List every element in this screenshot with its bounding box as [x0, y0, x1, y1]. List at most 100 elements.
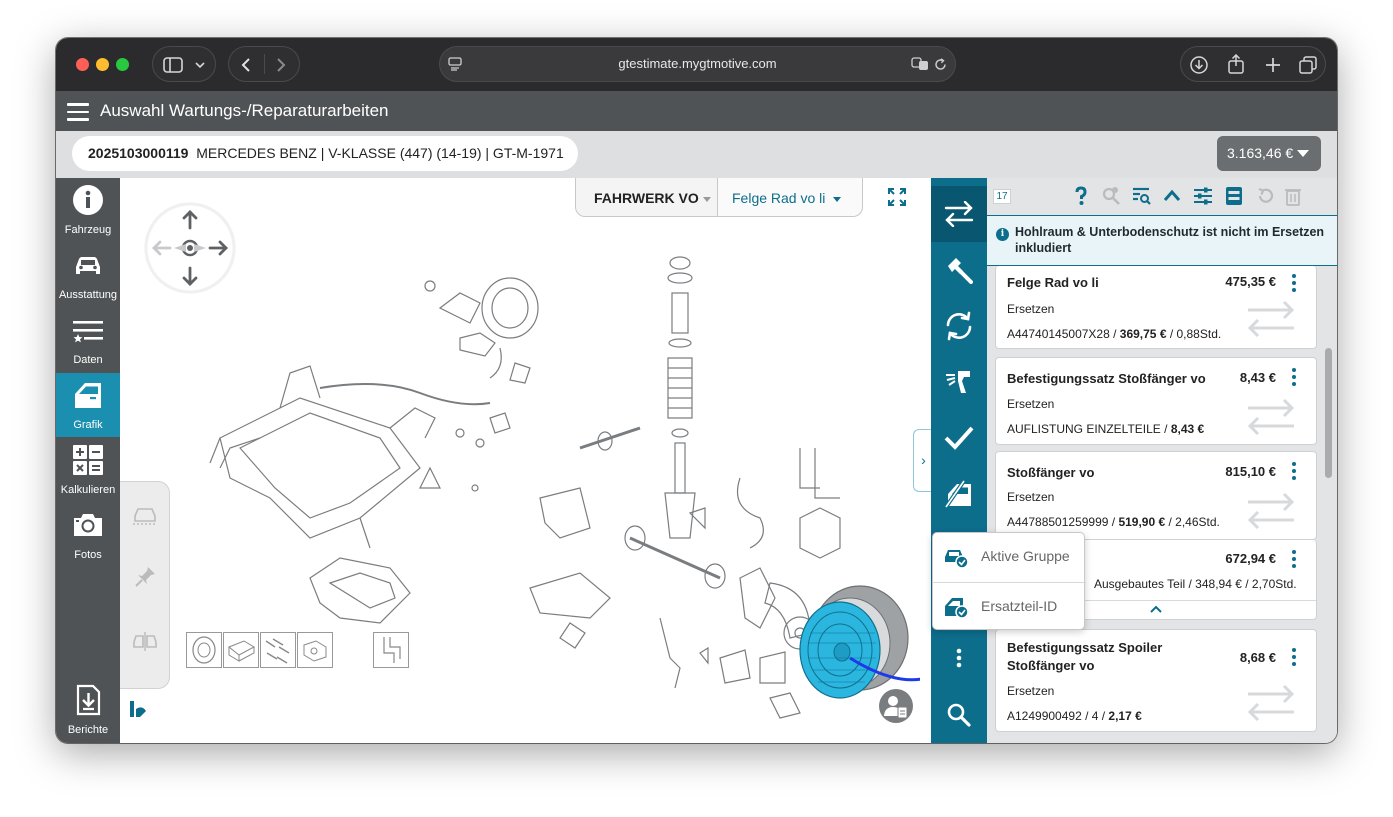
position-detail: A1249900492 / 4 / 2,17 € [1007, 709, 1142, 723]
nav-label: Kalkulieren [60, 484, 116, 496]
position-detail: A44740145007X28 / 369,75 € / 0,88Std. [1007, 327, 1222, 341]
position-title: Felge Rad vo li [1007, 275, 1099, 290]
help-icon[interactable] [1071, 186, 1091, 206]
zoom-window-button[interactable] [116, 58, 129, 71]
minimize-window-button[interactable] [96, 58, 109, 71]
fullscreen-icon[interactable] [888, 188, 906, 206]
thumbnail-wheel[interactable] [186, 632, 222, 668]
total-price: 3.163,46 € [1227, 145, 1294, 161]
position-detail: A44788501259999 / 519,90 € / 2,46Std. [1007, 515, 1220, 529]
search-icon [947, 703, 971, 727]
highlighted-part-felge[interactable] [799, 585, 909, 699]
vehicle-view-icon[interactable] [132, 504, 158, 526]
battery-icon[interactable] [1224, 186, 1244, 206]
page-settings-icon[interactable] [448, 57, 462, 71]
more-tools-button[interactable] [931, 630, 987, 686]
total-price-button[interactable]: 3.163,46 € [1217, 136, 1321, 171]
thumbnail-bolts[interactable] [260, 632, 296, 668]
car-split-icon[interactable] [132, 630, 158, 652]
group-select[interactable]: FAHRWERK VO [576, 178, 717, 216]
position-price: 475,35 € [1225, 274, 1276, 289]
thumbnail-control-unit[interactable] [223, 632, 259, 668]
more-vertical-icon[interactable] [1292, 462, 1296, 480]
paint-tool-button[interactable] [931, 354, 987, 410]
chevron-down-icon [195, 62, 205, 69]
nav-item-kalkulieren[interactable]: Kalkulieren [56, 438, 120, 502]
translate-icon[interactable] [911, 57, 929, 71]
position-card[interactable]: Felge Rad vo li 475,35 € Ersetzen A44740… [995, 266, 1317, 349]
search-part-disabled-icon[interactable] [1101, 186, 1121, 206]
info-notice: i Hohlraum & Unterbodenschutz ist nicht … [987, 215, 1337, 266]
nav-item-grafik[interactable]: Grafik [56, 373, 120, 437]
swap-arrows-icon [944, 201, 974, 227]
panel-scrollbar[interactable] [1325, 348, 1332, 478]
position-list-panel: 17 i Hohlraum & Unterbodenschutz ist nic… [987, 178, 1337, 743]
reload-icon[interactable] [934, 58, 947, 71]
trash-disabled-icon[interactable] [1283, 186, 1303, 206]
position-card[interactable]: Stoßfänger vo 815,10 € Ersetzen A4478850… [995, 451, 1317, 540]
popup-item-label: Aktive Gruppe [981, 548, 1070, 564]
replace-tool-button[interactable] [931, 186, 987, 242]
position-detail: Ausgebautes Teil / 348,94 € / 2,70Std. [1094, 577, 1297, 591]
search-list-icon[interactable] [1131, 186, 1151, 206]
graphic-tool-strip [120, 481, 170, 689]
left-nav: Fahrzeug Ausstattung Daten Grafik Kalkul… [56, 178, 120, 743]
more-vertical-icon[interactable] [1292, 648, 1296, 666]
nav-label: Daten [73, 354, 103, 366]
nav-label: Ausstattung [58, 289, 118, 301]
part-select[interactable]: Felge Rad vo li [717, 178, 862, 216]
download-icon[interactable] [1189, 55, 1209, 75]
info-icon: i [996, 228, 1009, 241]
close-window-button[interactable] [76, 58, 89, 71]
parts-graphic-canvas[interactable]: FAHRWERK VO Felge Rad vo li › [120, 178, 933, 743]
check-tool-button[interactable] [931, 410, 987, 466]
pin-icon[interactable] [134, 566, 156, 588]
filter-sliders-icon[interactable] [1193, 186, 1213, 206]
caret-down-icon [1297, 150, 1309, 157]
repair-tool-button[interactable] [931, 242, 987, 298]
browser-actions [1180, 46, 1326, 82]
notice-text: Hohlraum & Unterbodenschutz ist nicht im… [1015, 225, 1325, 255]
position-card[interactable]: Befestigungssatz Stoßfänger vo 8,43 € Er… [995, 357, 1317, 445]
more-vertical-icon[interactable] [1292, 368, 1296, 386]
panel-expand-button[interactable]: › [913, 429, 933, 492]
menu-icon[interactable] [67, 103, 89, 121]
position-card[interactable]: Befestigungssatz Spoiler Stoßfänger vo 8… [995, 629, 1317, 732]
popup-item-part-id[interactable]: Ersatzteil-ID [933, 582, 1086, 630]
remove-install-tool-button[interactable] [931, 298, 987, 354]
chevron-up-icon[interactable] [1149, 605, 1163, 614]
nav-item-berichte[interactable]: Berichte [56, 678, 120, 742]
collapse-up-icon[interactable] [1162, 186, 1182, 206]
undo-disabled-icon[interactable] [1255, 186, 1275, 206]
app-header: Auswahl Wartungs-/Reparaturarbeiten [56, 91, 1337, 131]
browser-window: gtestimate.mygtmotive.com Auswahl Wartun… [56, 38, 1337, 743]
part-select-value: Felge Rad vo li [732, 190, 826, 206]
thumbnail-lines[interactable] [373, 632, 409, 668]
nav-item-fotos[interactable]: Fotos [56, 503, 120, 567]
sidebar-toggle-button[interactable] [152, 46, 216, 82]
position-title: Befestigungssatz Stoßfänger vo [1007, 371, 1206, 386]
vehicle-info[interactable]: 2025103000119 MERCEDES BENZ | V-KLASSE (… [72, 136, 578, 171]
history-nav [228, 46, 300, 82]
thumbnail-bracket[interactable] [297, 632, 333, 668]
share-icon[interactable] [1227, 54, 1245, 74]
popup-item-active-group[interactable]: Aktive Gruppe [933, 533, 1086, 581]
no-paint-tool-button[interactable] [931, 466, 987, 522]
search-tool-button[interactable] [931, 687, 987, 743]
more-vertical-icon[interactable] [1292, 274, 1296, 292]
page-title: Auswahl Wartungs-/Reparaturarbeiten [100, 101, 389, 120]
user-clipboard-button[interactable] [878, 688, 914, 724]
tab-overview-icon[interactable] [1299, 56, 1317, 74]
more-vertical-icon[interactable] [1292, 550, 1296, 568]
spray-gun-icon [946, 371, 970, 393]
nav-item-daten[interactable]: Daten [56, 308, 120, 372]
forward-icon[interactable] [275, 57, 287, 73]
new-tab-icon[interactable] [1265, 57, 1281, 73]
nav-item-ausstattung[interactable]: Ausstattung [56, 243, 120, 307]
car-check-icon [945, 550, 969, 569]
back-icon[interactable] [240, 57, 252, 73]
address-bar[interactable]: gtestimate.mygtmotive.com [439, 46, 956, 82]
nav-item-fahrzeug[interactable]: Fahrzeug [56, 178, 120, 242]
swap-arrows-icon [1247, 492, 1295, 530]
hammer-icon [948, 258, 973, 284]
